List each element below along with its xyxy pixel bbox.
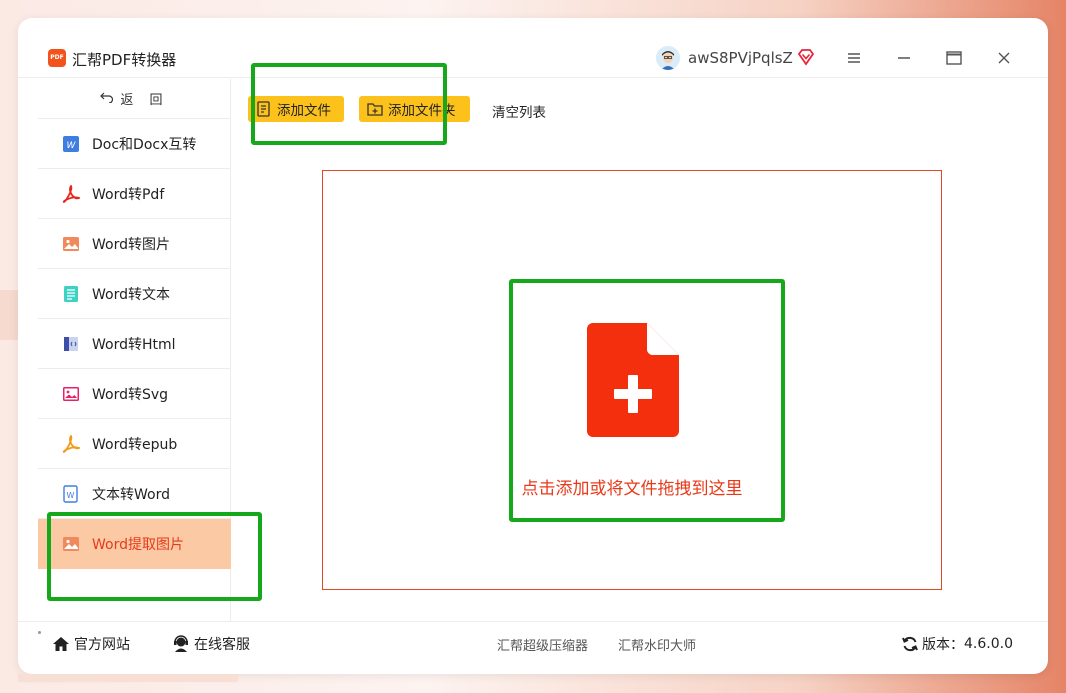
file-drop-zone[interactable]: 点击添加或将文件拖拽到这里 (322, 170, 942, 590)
sidebar-item-label: Word转Svg (92, 386, 169, 403)
svg-text:W: W (67, 491, 75, 500)
epub-icon (62, 434, 80, 453)
sidebar-list: W Doc和Docx互转 Word转Pdf Word转图片 Word转文本 Wo… (38, 119, 231, 569)
watermark-link[interactable]: 汇帮水印大师 (618, 635, 696, 654)
sidebar-item-label: Doc和Docx互转 (92, 136, 197, 153)
online-service-label: 在线客服 (194, 637, 250, 653)
maximize-icon[interactable] (944, 48, 964, 68)
sidebar: 返 回 W Doc和Docx互转 Word转Pdf Word转图片 Word转文… (38, 79, 231, 634)
user-avatar[interactable] (656, 46, 680, 70)
sidebar-item-text-word[interactable]: W 文本转Word (38, 469, 231, 519)
add-folder-label: 添加文件夹 (388, 103, 456, 119)
app-title: 汇帮PDF转换器 (72, 51, 177, 69)
app-logo-icon: PDF (48, 49, 66, 67)
username-label[interactable]: awS8PVjPqlsZ (688, 49, 793, 67)
version-info[interactable]: 版本： 4.6.0.0 (902, 634, 1013, 654)
drop-zone-hint: 点击添加或将文件拖拽到这里 (521, 479, 743, 499)
menu-icon[interactable] (844, 48, 864, 68)
back-button[interactable]: 返 回 (38, 79, 231, 119)
add-document-icon (587, 323, 679, 437)
sidebar-item-word-html[interactable]: Word转Html (38, 319, 231, 369)
sidebar-item-label: Word转epub (92, 436, 178, 453)
word-doc-icon: W (62, 135, 80, 153)
text-file-icon (62, 285, 80, 303)
footer-bar: 官方网站 在线客服 汇帮超级压缩器 汇帮水印大师 版本： 4.6.0.0 (18, 621, 1048, 661)
sidebar-item-label: Word转Html (92, 336, 176, 353)
add-file-icon (256, 101, 272, 117)
word-doc-icon: W (62, 484, 80, 503)
compressor-link[interactable]: 汇帮超级压缩器 (497, 635, 588, 654)
image-icon (62, 235, 80, 253)
sidebar-item-doc-docx[interactable]: W Doc和Docx互转 (38, 119, 231, 169)
back-arrow-icon (100, 91, 114, 107)
minimize-icon[interactable] (894, 48, 914, 68)
back-label: 返 回 (120, 93, 169, 108)
pdf-icon (62, 184, 80, 203)
svg-image-icon (62, 385, 80, 403)
clear-list-button[interactable]: 清空列表 (492, 101, 546, 121)
sidebar-item-word-epub[interactable]: Word转epub (38, 419, 231, 469)
sidebar-item-word-svg[interactable]: Word转Svg (38, 369, 231, 419)
image-icon (62, 535, 80, 553)
html-icon (62, 335, 80, 353)
official-site-link[interactable]: 官方网站 (52, 634, 130, 654)
app-window: PDF 汇帮PDF转换器 awS8PVjPqlsZ 返 回 W Doc和Docx… (18, 18, 1048, 674)
sidebar-item-word-image[interactable]: Word转图片 (38, 219, 231, 269)
add-file-button[interactable]: 添加文件 (248, 96, 344, 122)
version-number: 4.6.0.0 (964, 636, 1013, 652)
add-file-label: 添加文件 (277, 103, 331, 119)
customer-service-icon (172, 635, 190, 653)
sidebar-item-extract-images[interactable]: Word提取图片 (38, 519, 231, 569)
sidebar-item-label: Word转文本 (92, 286, 170, 303)
vip-diamond-icon[interactable] (797, 48, 815, 66)
version-label: 版本： (922, 637, 964, 653)
close-icon[interactable] (994, 48, 1014, 68)
sidebar-item-word-text[interactable]: Word转文本 (38, 269, 231, 319)
refresh-icon (902, 636, 918, 652)
home-icon (52, 635, 70, 653)
sidebar-item-label: Word转Pdf (92, 186, 165, 203)
title-bar: PDF 汇帮PDF转换器 awS8PVjPqlsZ (18, 18, 1048, 78)
sidebar-item-label: Word提取图片 (92, 537, 184, 553)
sidebar-item-label: 文本转Word (92, 486, 170, 503)
sidebar-item-word-pdf[interactable]: Word转Pdf (38, 169, 231, 219)
sidebar-item-label: Word转图片 (92, 236, 170, 253)
background-band-bottom (18, 674, 238, 682)
add-folder-icon (367, 101, 383, 117)
add-folder-button[interactable]: 添加文件夹 (359, 96, 470, 122)
official-site-label: 官方网站 (74, 637, 130, 653)
svg-text:W: W (67, 141, 77, 151)
online-service-link[interactable]: 在线客服 (172, 634, 250, 654)
